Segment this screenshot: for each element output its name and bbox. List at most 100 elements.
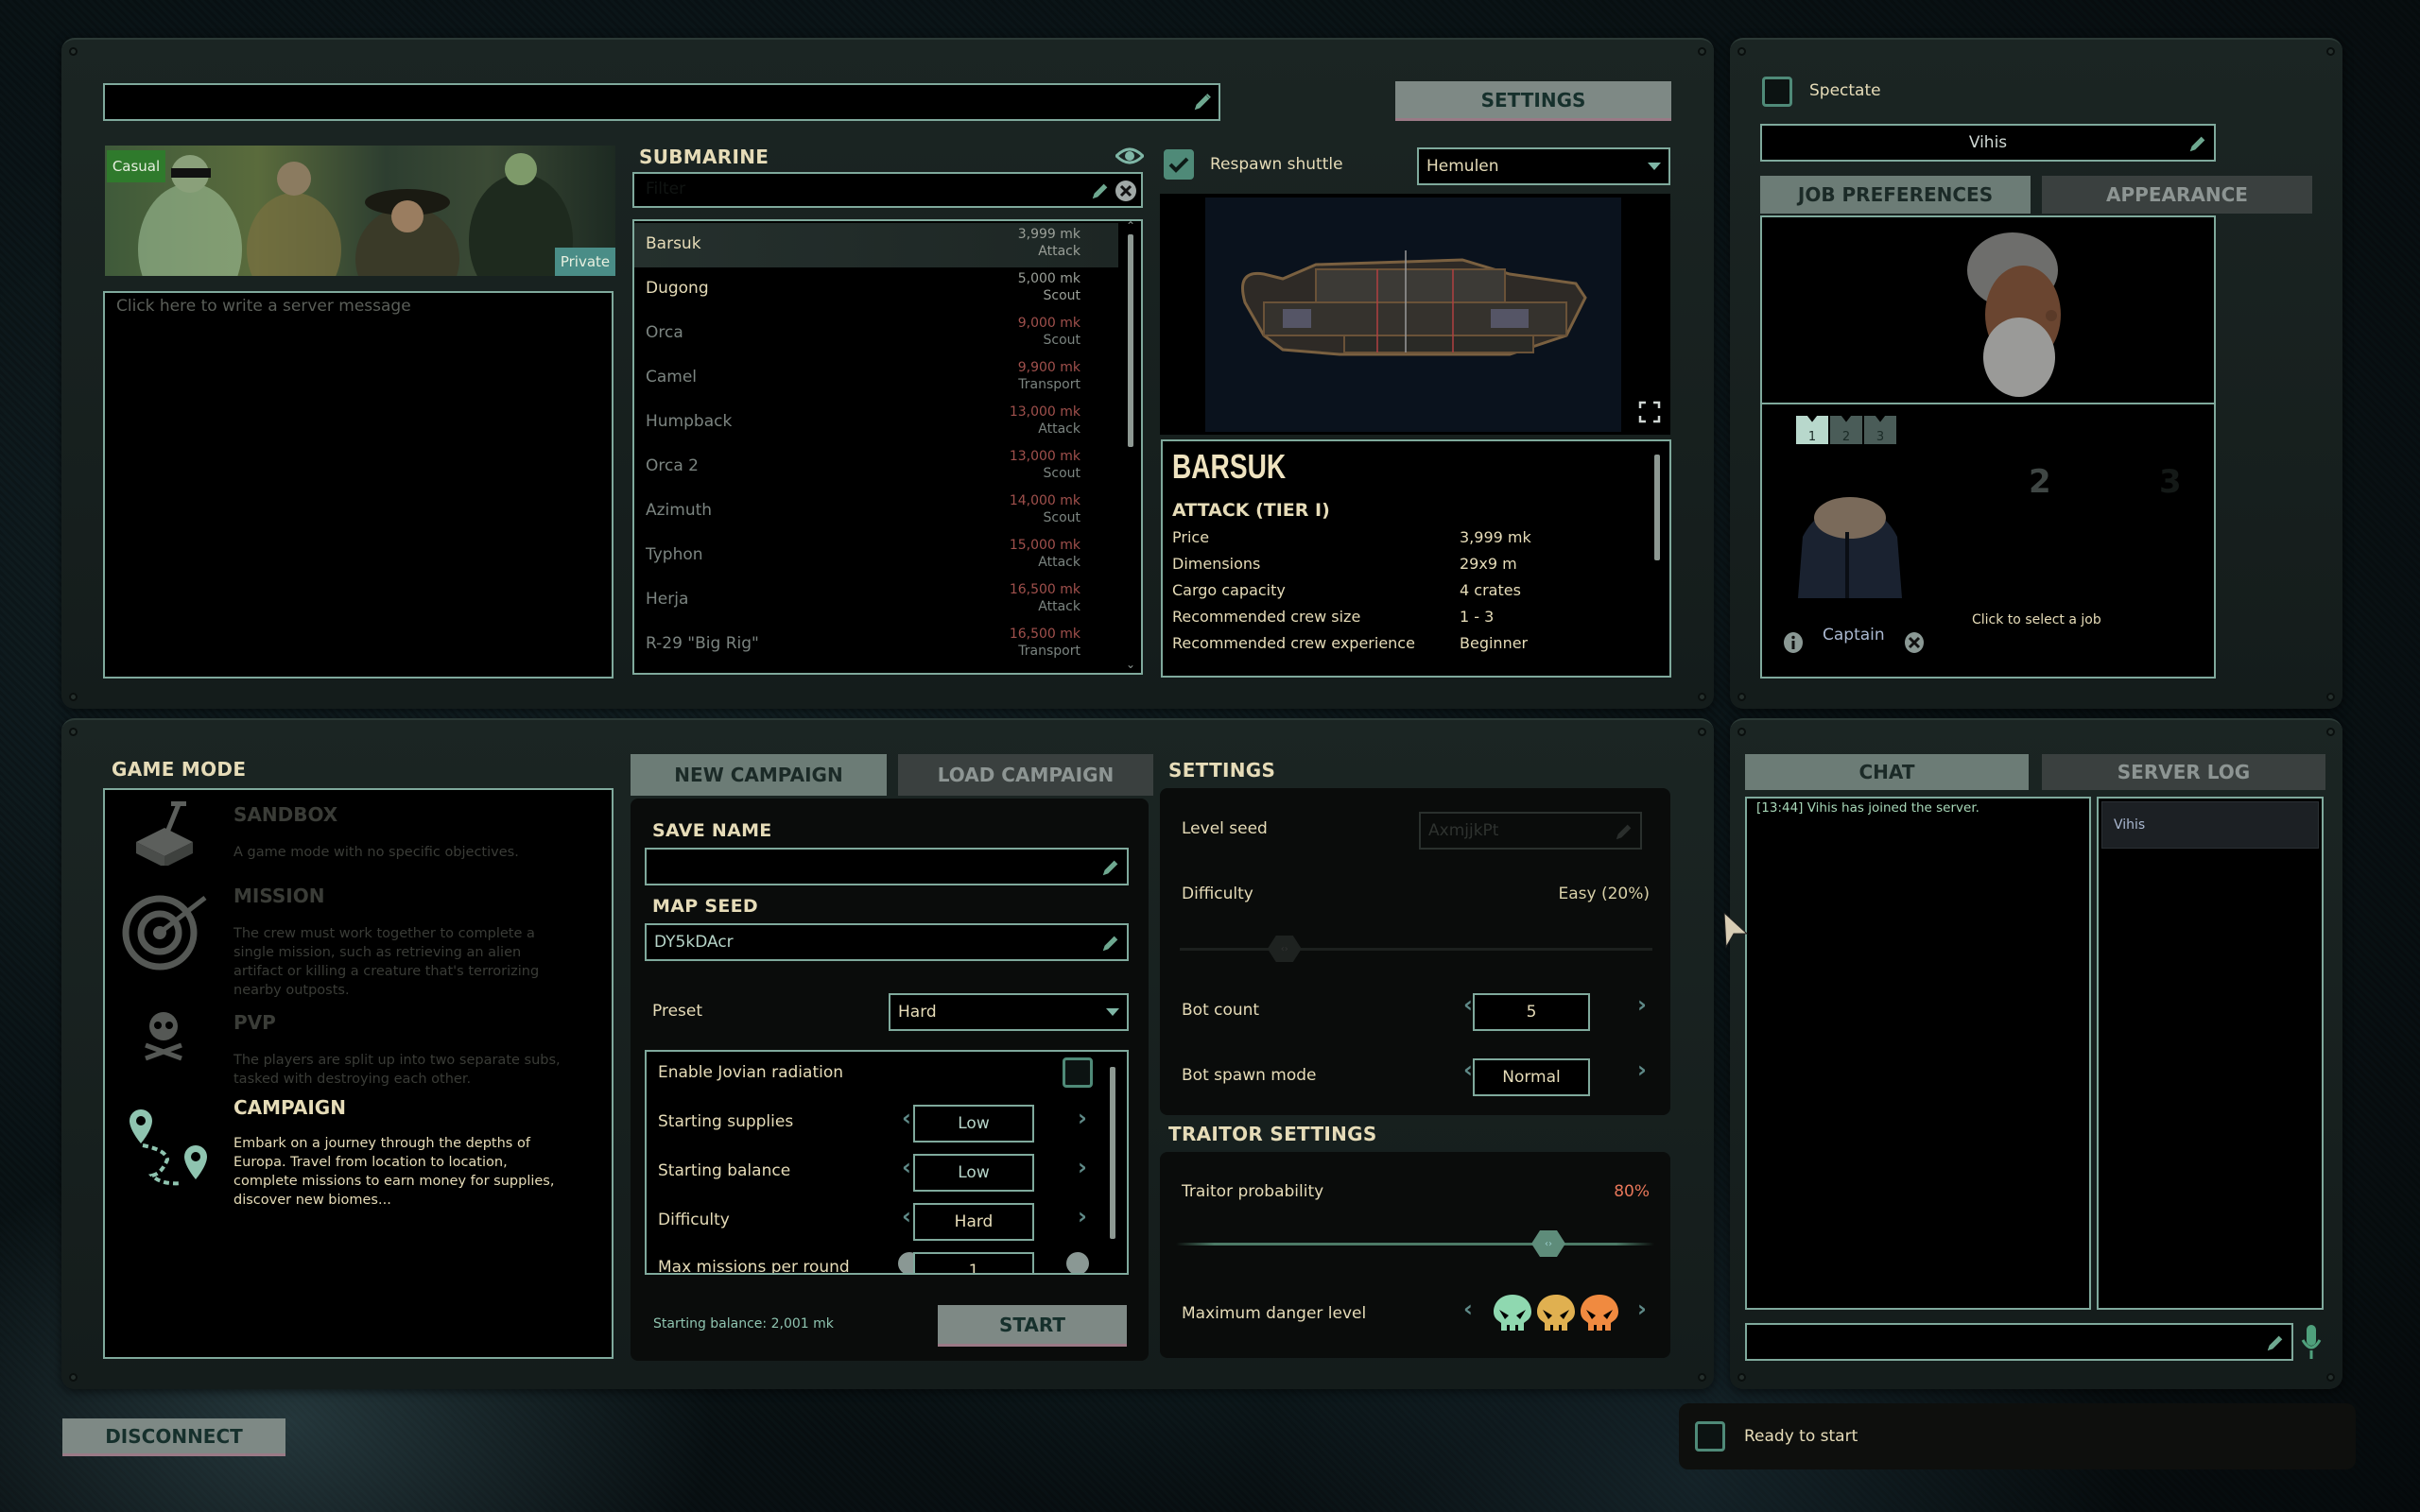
start-button[interactable]: START — [938, 1305, 1127, 1347]
difficulty-slider-handle[interactable]: ‹› — [1267, 936, 1302, 962]
checkmark-icon — [1168, 157, 1189, 173]
chat-input[interactable] — [1745, 1323, 2293, 1361]
submarine-class: Transport — [1018, 377, 1080, 392]
supplies-prev-button[interactable]: ‹ — [902, 1105, 911, 1131]
fullscreen-icon[interactable] — [1638, 401, 1661, 423]
campaign-options[interactable]: Enable Jovian radiation Starting supplie… — [645, 1050, 1129, 1275]
chat-log[interactable]: [13:44] Vihis has joined the server. — [1745, 797, 2091, 1310]
supplies-value: Low — [913, 1105, 1034, 1143]
select-job-hint[interactable]: Click to select a job — [1972, 612, 2101, 627]
pencil-icon — [1616, 824, 1632, 840]
tab-chat[interactable]: CHAT — [1745, 754, 2029, 790]
pencil-icon — [1102, 936, 1118, 952]
save-name-input[interactable] — [645, 848, 1129, 885]
info-icon[interactable] — [1783, 631, 1804, 654]
submarine-list-item[interactable]: Dugong 5,000 mk Scout — [634, 267, 1118, 312]
level-seed-input[interactable]: AxmjjkPt — [1419, 812, 1642, 850]
game-mode-title[interactable]: MISSION — [233, 885, 324, 907]
respawn-shuttle-checkbox[interactable] — [1164, 149, 1194, 180]
submarine-list-item[interactable]: Herja 16,500 mk Attack — [634, 578, 1118, 623]
game-mode-list[interactable]: SANDBOX A game mode with no specific obje… — [103, 788, 614, 1359]
campaign-difficulty-value: Hard — [913, 1203, 1034, 1241]
supplies-next-button[interactable]: › — [1078, 1105, 1087, 1131]
game-mode-title[interactable]: PVP — [233, 1011, 276, 1034]
submarine-price: 3,999 mk — [1017, 227, 1080, 242]
character-head-image — [1967, 232, 2061, 397]
bot-spawn-value: Normal — [1473, 1058, 1590, 1096]
bot-spawn-next-button[interactable]: › — [1637, 1057, 1647, 1083]
submarine-list-item[interactable]: Orca 9,000 mk Scout — [634, 312, 1118, 356]
difficulty-slider[interactable]: ‹› — [1180, 936, 1652, 964]
missions-plus-button[interactable] — [1066, 1252, 1089, 1273]
job-slot-tab[interactable]: 1 — [1796, 416, 1828, 444]
bot-spawn-prev-button[interactable]: ‹ — [1463, 1057, 1473, 1083]
jovian-radiation-label: Enable Jovian radiation — [658, 1063, 844, 1082]
server-settings-button[interactable]: SETTINGS — [1395, 81, 1671, 121]
submarine-list-item[interactable]: Humpback 13,000 mk Attack — [634, 401, 1118, 445]
remove-job-icon[interactable] — [1904, 631, 1925, 654]
submarine-list-item[interactable]: Azimuth 14,000 mk Scout — [634, 490, 1118, 534]
danger-level-skulls — [1492, 1293, 1624, 1334]
balance-prev-button[interactable]: ‹ — [902, 1154, 911, 1180]
microphone-icon[interactable] — [2301, 1325, 2322, 1359]
bot-count-next-button[interactable]: › — [1637, 991, 1647, 1018]
traitor-slider-handle[interactable]: ‹› — [1531, 1230, 1565, 1257]
server-message-input[interactable]: Click here to write a server message — [103, 291, 614, 679]
clear-filter-icon[interactable] — [1115, 180, 1137, 202]
difficulty-prev-button[interactable]: ‹ — [902, 1203, 911, 1229]
traitor-probability-slider[interactable]: ‹› — [1176, 1230, 1654, 1259]
job-slot-tab[interactable]: 3 — [1864, 416, 1896, 444]
submarine-list-item[interactable]: Camel 9,900 mk Transport — [634, 356, 1118, 401]
danger-prev-button[interactable]: ‹ — [1463, 1296, 1473, 1322]
submarine-list-item[interactable]: R-29 "Big Rig" 16,500 mk Transport — [634, 623, 1118, 667]
preset-select[interactable]: Hard — [889, 993, 1129, 1031]
tab-job-preferences[interactable]: JOB PREFERENCES — [1760, 176, 2031, 214]
preset-label: Preset — [652, 1002, 703, 1021]
submarine-class: Attack — [1038, 421, 1080, 437]
submarine-list-scrollbar[interactable] — [1128, 234, 1133, 447]
shuttle-select[interactable]: Hemulen — [1417, 147, 1670, 185]
job-slot-2-number[interactable]: 2 — [2029, 463, 2051, 501]
tab-server-log[interactable]: SERVER LOG — [2042, 754, 2325, 790]
submarine-heading: SUBMARINE — [639, 146, 769, 168]
submarine-list[interactable]: ⌃ ⌄ Barsuk 3,999 mk Attack Dugong 5,000 mk Sc… — [632, 219, 1143, 675]
balance-next-button[interactable]: › — [1078, 1154, 1087, 1180]
ready-to-start-checkbox[interactable] — [1695, 1421, 1725, 1452]
scroll-down-icon[interactable]: ⌄ — [1126, 658, 1135, 671]
chat-message: [13:44] Vihis has joined the server. — [1756, 800, 1979, 816]
disconnect-button[interactable]: DISCONNECT — [62, 1418, 285, 1456]
max-missions-label: Max missions per round — [658, 1258, 850, 1275]
game-mode-description: The players are split up into two separa… — [233, 1053, 561, 1087]
danger-next-button[interactable]: › — [1637, 1296, 1647, 1322]
scroll-up-icon[interactable]: ⌃ — [1126, 221, 1135, 232]
tab-appearance[interactable]: APPEARANCE — [2042, 176, 2312, 214]
server-name-input[interactable] — [103, 83, 1220, 121]
job-slot-3-number[interactable]: 3 — [2159, 463, 2182, 501]
pencil-icon — [1092, 183, 1108, 199]
bot-count-prev-button[interactable]: ‹ — [1463, 991, 1473, 1018]
captain-outfit-image[interactable] — [1789, 490, 1911, 598]
job-slot-tab[interactable]: 2 — [1830, 416, 1862, 444]
submarine-list-item[interactable]: Typhon 15,000 mk Attack — [634, 534, 1118, 578]
player-list-item[interactable]: Vihis — [2101, 801, 2319, 849]
map-seed-input[interactable]: DY5kDAcr — [645, 923, 1129, 961]
difficulty-next-button[interactable]: › — [1078, 1203, 1087, 1229]
spectate-checkbox[interactable] — [1762, 77, 1792, 107]
game-mode-title[interactable]: SANDBOX — [233, 803, 337, 826]
tab-load-campaign[interactable]: LOAD CAMPAIGN — [898, 754, 1153, 796]
game-mode-title[interactable]: CAMPAIGN — [233, 1096, 346, 1119]
submarine-list-item[interactable]: Barsuk 3,999 mk Attack — [634, 223, 1118, 267]
tab-new-campaign[interactable]: NEW CAMPAIGN — [631, 754, 887, 796]
pencil-icon — [1194, 94, 1211, 111]
submarine-list-item[interactable]: Orca 2 13,000 mk Scout — [634, 445, 1118, 490]
submarine-filter-input[interactable]: Filter — [632, 172, 1143, 208]
jovian-radiation-checkbox[interactable] — [1063, 1057, 1093, 1088]
player-name-input[interactable]: Vihis — [1760, 124, 2216, 162]
details-scrollbar[interactable] — [1654, 455, 1660, 560]
player-list[interactable]: Vihis — [2097, 797, 2324, 1310]
stat-label: Price — [1172, 528, 1210, 546]
campaign-options-scrollbar[interactable] — [1110, 1067, 1115, 1239]
submarine-preview[interactable] — [1160, 194, 1670, 435]
eye-icon[interactable] — [1115, 146, 1144, 166]
stat-value: Beginner — [1460, 634, 1529, 652]
